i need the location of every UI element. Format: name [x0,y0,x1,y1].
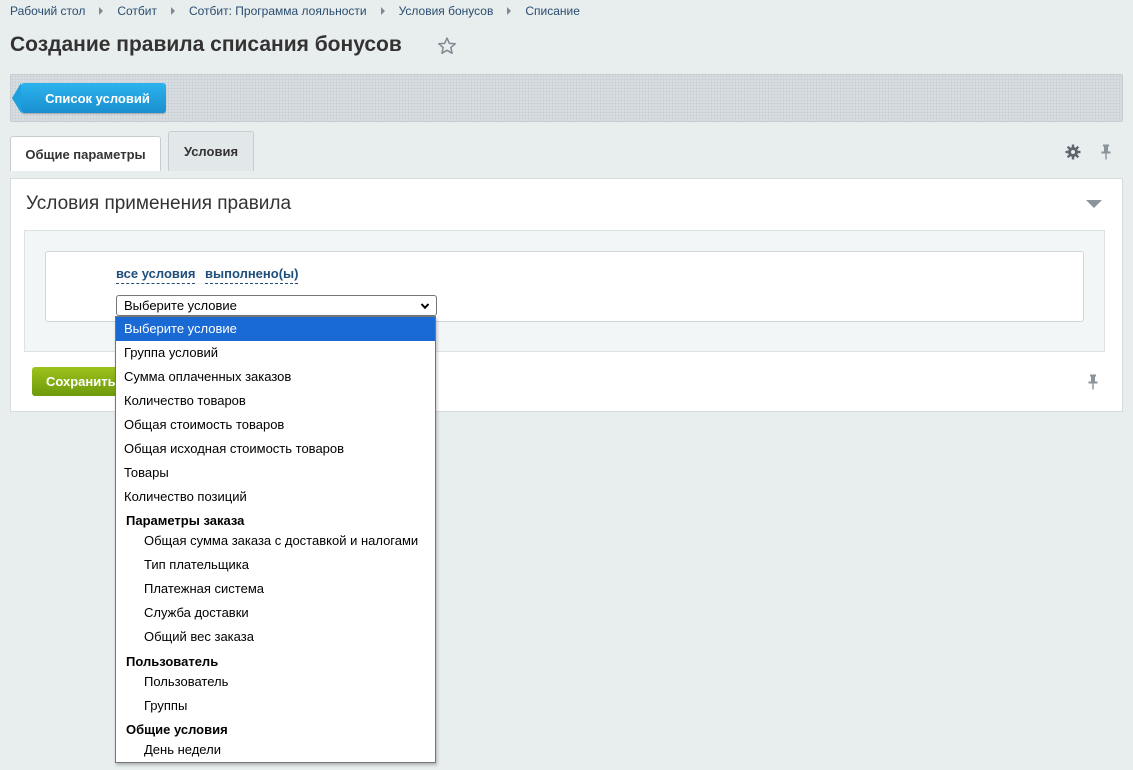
pin-icon[interactable] [1100,144,1112,160]
breadcrumb-item-bonus-conditions[interactable]: Условия бонусов [399,4,494,18]
dropdown-option[interactable]: Тип плательщика [116,553,435,577]
dropdown-option[interactable]: Общая исходная стоимость товаров [116,437,435,461]
page-title: Создание правила списания бонусов [10,33,402,56]
dropdown-option[interactable]: Платежная система [116,577,435,601]
fulfilled-link[interactable]: выполнено(ы) [205,266,299,284]
dropdown-option[interactable]: Количество товаров [116,389,435,413]
condition-select-value: Выберите условие [124,298,237,313]
chevron-right-icon [380,7,385,15]
dropdown-option[interactable]: Выберите условие [116,317,435,341]
tab-general-params[interactable]: Общие параметры [10,136,161,171]
dropdown-option[interactable]: Группа условий [116,341,435,365]
condition-group-box: все условия выполнено(ы) Выберите услови… [45,251,1084,322]
dropdown-option[interactable]: День недели [116,738,435,762]
dropdown-option[interactable]: Сумма оплаченных заказов [116,365,435,389]
dropdown-option[interactable]: Служба доставки [116,601,435,625]
dropdown-option[interactable]: Группы [116,694,435,718]
section-title: Условия применения правила [26,193,292,214]
dropdown-option[interactable]: Количество позиций [116,485,435,509]
dropdown-option[interactable]: Общая стоимость товаров [116,413,435,437]
dropdown-group-label: Общие условия [126,722,228,737]
dropdown-group-label: Параметры заказа [126,513,245,528]
dropdown-option[interactable]: Пользователь [116,670,435,694]
dropdown-option[interactable]: Общий вес заказа [116,625,435,649]
collapse-triangle-icon[interactable] [1086,200,1102,208]
condition-dropdown-list: Выберите условие Группа условий Сумма оп… [115,316,436,763]
breadcrumb-item-loyalty[interactable]: Сотбит: Программа лояльности [189,4,367,18]
tab-conditions[interactable]: Условия [168,131,254,171]
pin-icon[interactable] [1087,374,1099,390]
dropdown-option[interactable]: Товары [116,461,435,485]
breadcrumb: Рабочий стол Сотбит Сотбит: Программа ло… [10,4,580,18]
star-icon[interactable] [437,36,457,56]
dropdown-group-label: Пользователь [126,654,219,669]
chevron-right-icon [99,7,104,15]
dropdown-option[interactable]: Общая сумма заказа с доставкой и налогам… [116,529,435,553]
chevron-down-icon [420,303,430,310]
condition-select[interactable]: Выберите условие [116,295,437,316]
breadcrumb-item-writeoff[interactable]: Списание [525,4,580,18]
gear-icon[interactable] [1065,144,1081,160]
breadcrumb-item-desktop[interactable]: Рабочий стол [10,4,85,18]
all-conditions-link[interactable]: все условия [116,266,196,284]
conditions-list-button[interactable]: Список условий [12,83,166,113]
chevron-right-icon [170,7,175,15]
chevron-right-icon [507,7,512,15]
toolbar: Список условий [10,74,1123,122]
breadcrumb-item-sotbit[interactable]: Сотбит [117,4,157,18]
